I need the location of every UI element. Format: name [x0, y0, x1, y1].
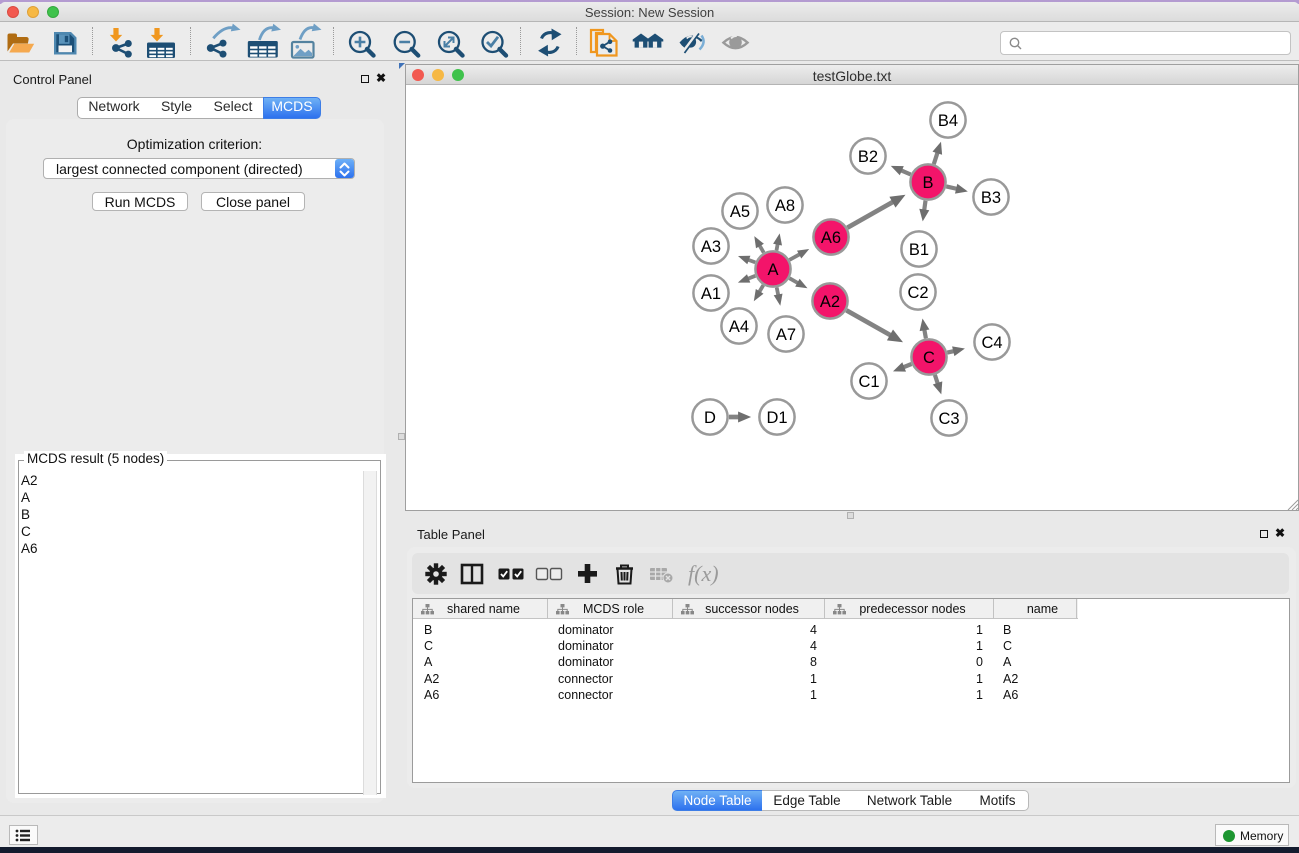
svg-text:A8: A8: [775, 197, 795, 215]
svg-text:A1: A1: [701, 285, 721, 303]
svg-text:D: D: [704, 409, 716, 427]
svg-text:A7: A7: [776, 326, 796, 344]
svg-text:C2: C2: [907, 284, 928, 302]
svg-text:A3: A3: [701, 238, 721, 256]
svg-text:B4: B4: [938, 112, 958, 130]
svg-text:A: A: [767, 261, 778, 279]
svg-text:C1: C1: [858, 373, 879, 391]
svg-text:A2: A2: [820, 293, 840, 311]
svg-text:A5: A5: [730, 203, 750, 221]
svg-text:C3: C3: [938, 410, 959, 428]
svg-text:C4: C4: [981, 334, 1002, 352]
svg-text:B: B: [922, 174, 933, 192]
svg-text:C: C: [923, 349, 935, 367]
svg-text:B3: B3: [981, 189, 1001, 207]
svg-text:A6: A6: [821, 229, 841, 247]
svg-text:f(x): f(x): [688, 561, 719, 586]
svg-text:D1: D1: [766, 409, 787, 427]
svg-text:B2: B2: [858, 148, 878, 166]
svg-text:A4: A4: [729, 318, 749, 336]
svg-text:B1: B1: [909, 241, 929, 259]
